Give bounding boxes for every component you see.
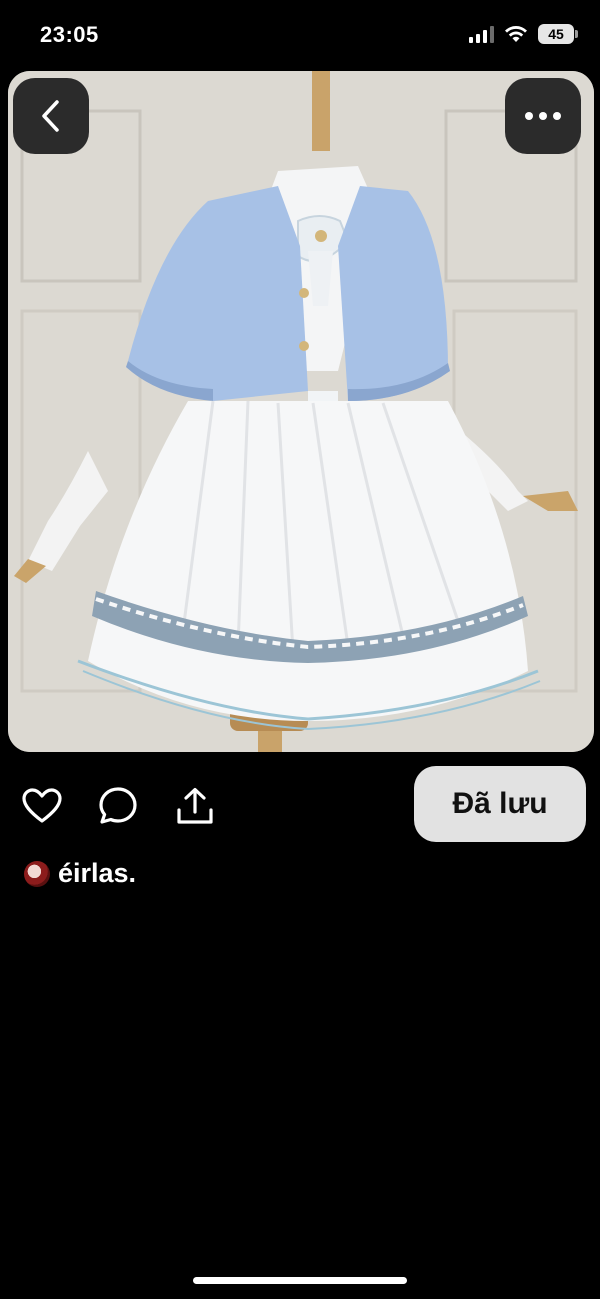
- chevron-left-icon: [42, 100, 59, 132]
- pin-author[interactable]: éirlas.: [24, 858, 136, 889]
- share-icon: [177, 787, 213, 824]
- back-button[interactable]: [13, 78, 89, 154]
- comment-icon: [99, 787, 137, 824]
- pin-actions: Đã lưu: [0, 766, 600, 846]
- battery-indicator: 45: [538, 24, 578, 44]
- status-bar: 23:05 45: [0, 0, 600, 70]
- pin-image[interactable]: [8, 71, 594, 752]
- more-options-button[interactable]: [505, 78, 581, 154]
- wifi-icon: [505, 26, 527, 42]
- author-name[interactable]: éirlas.: [58, 858, 136, 889]
- avatar[interactable]: [24, 860, 50, 887]
- status-indicators: 45: [469, 24, 578, 44]
- saved-button[interactable]: Đã lưu: [414, 766, 586, 842]
- comment-button[interactable]: [98, 786, 138, 826]
- more-horizontal-icon: [525, 112, 561, 120]
- share-button[interactable]: [175, 786, 215, 826]
- status-time: 23:05: [40, 22, 99, 47]
- heart-icon: [22, 788, 62, 823]
- cellular-signal-icon: [469, 25, 494, 43]
- like-button[interactable]: [22, 786, 62, 826]
- home-indicator[interactable]: [193, 1277, 407, 1284]
